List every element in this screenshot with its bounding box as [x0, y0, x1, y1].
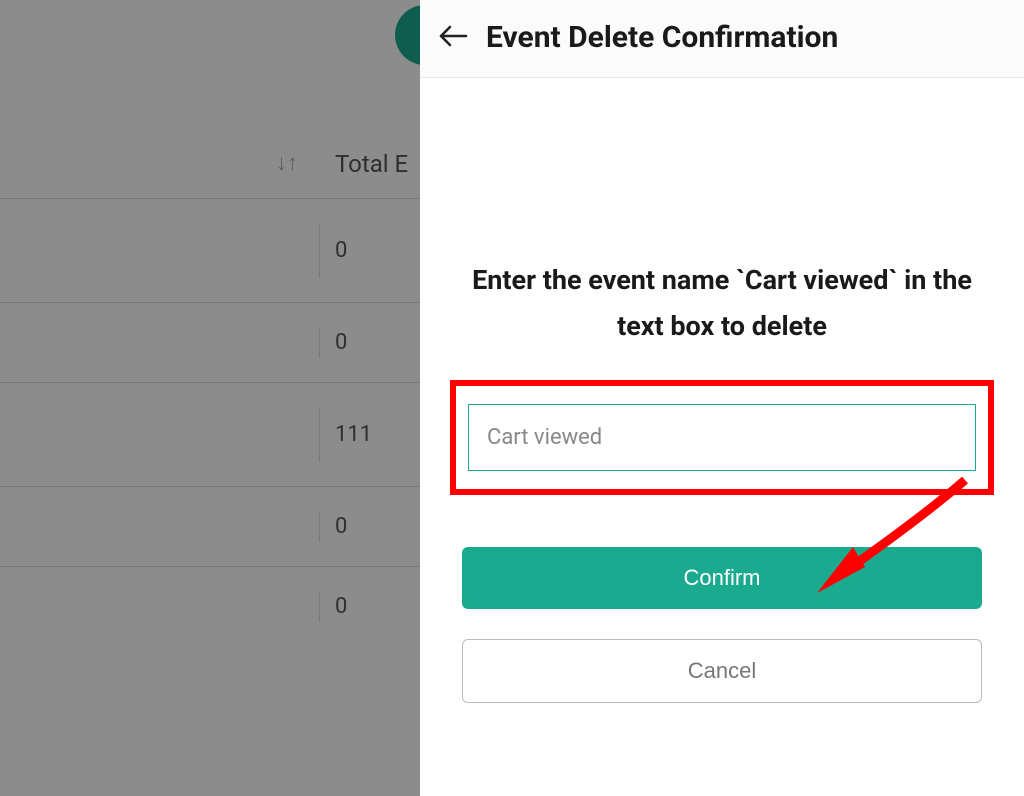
confirmation-prompt: Enter the event name `Cart viewed` in th…: [450, 258, 994, 350]
delete-confirmation-modal: Event Delete Confirmation Enter the even…: [420, 0, 1024, 796]
modal-overlay: [0, 0, 420, 796]
annotation-highlight-box: [450, 380, 994, 495]
confirm-button[interactable]: Confirm: [462, 547, 982, 609]
cancel-button[interactable]: Cancel: [462, 639, 982, 703]
event-name-input[interactable]: [468, 404, 976, 471]
modal-header: Event Delete Confirmation: [420, 0, 1024, 78]
back-arrow-icon[interactable]: [438, 24, 468, 52]
modal-title: Event Delete Confirmation: [486, 20, 838, 55]
modal-body: Enter the event name `Cart viewed` in th…: [420, 78, 1024, 703]
